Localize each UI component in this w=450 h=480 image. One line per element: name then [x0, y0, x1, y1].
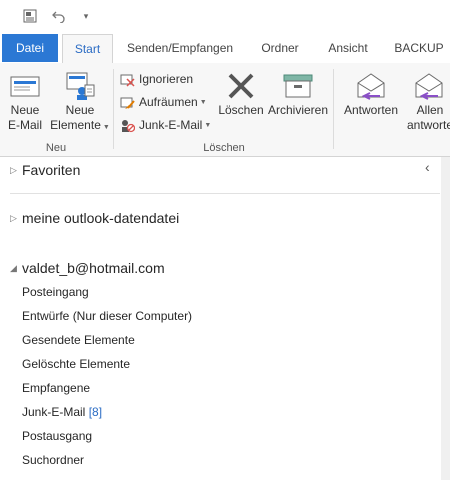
- folder-name: Gelöschte Elemente: [22, 357, 131, 371]
- new-items-label: Neue Elemente ▼: [50, 103, 110, 135]
- ignore-label: Ignorieren: [139, 72, 194, 86]
- group-label-loeschen: Löschen: [203, 142, 245, 154]
- group-separator: [113, 69, 114, 149]
- folder-name: Suchordner: [22, 453, 85, 467]
- folder-item[interactable]: Empfangene: [22, 378, 90, 398]
- delete-icon: [216, 69, 266, 103]
- cleanup-label: Aufräumen: [139, 95, 198, 109]
- archive-label: Archivieren: [267, 103, 329, 117]
- send-receive-all-icon[interactable]: [20, 5, 40, 27]
- reply-button[interactable]: Antworten: [338, 69, 404, 118]
- delete-button[interactable]: Löschen: [216, 69, 266, 118]
- account-label: valdet_b@hotmail.com: [22, 260, 165, 276]
- undo-icon[interactable]: [49, 5, 69, 27]
- folder-item[interactable]: Posteingang: [22, 282, 89, 302]
- new-items-text: Neue Elemente: [50, 103, 101, 132]
- reply-icon: [338, 69, 404, 103]
- folder-item[interactable]: Junk-E-Mail [8]: [22, 402, 102, 422]
- reply-all-button[interactable]: Allen antworte: [404, 69, 450, 133]
- folder-item[interactable]: Gelöschte Elemente: [22, 354, 130, 374]
- reply-all-label: Allen antworte: [406, 103, 450, 132]
- data-file-section[interactable]: ▷ meine outlook-datendatei: [10, 210, 179, 226]
- folder-item[interactable]: Gesendete Elemente: [22, 330, 135, 350]
- tab-senden-empfangen[interactable]: Senden/Empfangen: [116, 34, 244, 62]
- reply-label: Antworten: [343, 103, 399, 117]
- tab-backup[interactable]: BACKUP: [388, 34, 450, 62]
- ignore-button[interactable]: Ignorieren: [120, 69, 193, 89]
- customize-toolbar-icon[interactable]: ▾: [78, 5, 94, 27]
- cleanup-icon: [120, 97, 135, 109]
- junk-button[interactable]: Junk-E-Mail ▼: [120, 115, 211, 135]
- ribbon: Neue E-Mail Neue Elemente ▼ Neu Ignoriere…: [0, 63, 450, 157]
- favorites-label: Favoriten: [22, 162, 81, 178]
- cleanup-button[interactable]: Aufräumen ▼: [120, 92, 207, 112]
- scrollbar[interactable]: [441, 157, 450, 480]
- tab-ordner[interactable]: Ordner: [250, 34, 310, 62]
- ignore-icon: [120, 74, 135, 87]
- new-email-icon: [2, 69, 48, 103]
- tab-ansicht[interactable]: Ansicht: [318, 34, 378, 62]
- new-items-button[interactable]: Neue Elemente ▼: [50, 69, 110, 135]
- unread-count: [8]: [88, 405, 103, 419]
- folder-item[interactable]: Suchordner: [22, 450, 84, 470]
- dropdown-arrow-icon: ▼: [204, 121, 212, 129]
- archive-icon: [266, 69, 330, 103]
- junk-icon: [122, 119, 135, 132]
- junk-label: Junk-E-Mail: [139, 118, 203, 132]
- collapse-arrow-icon[interactable]: ◢: [10, 263, 22, 274]
- archive-button[interactable]: Archivieren: [266, 69, 330, 118]
- expand-arrow-icon[interactable]: ▷: [10, 213, 22, 224]
- folder-item[interactable]: Postausgang: [22, 426, 92, 446]
- divider: [10, 193, 440, 194]
- new-email-label: Neue E-Mail: [7, 103, 42, 132]
- reply-all-icon: [404, 69, 450, 103]
- new-email-button[interactable]: Neue E-Mail: [2, 69, 48, 133]
- collapse-pane-icon[interactable]: ‹: [425, 159, 430, 175]
- delete-label: Löschen: [218, 103, 264, 117]
- tab-datei[interactable]: Datei: [2, 34, 58, 62]
- folder-name: Posteingang: [22, 285, 89, 299]
- folder-name: Postausgang: [22, 429, 93, 443]
- folder-pane: ‹ ▷ Favoriten ▷ meine outlook-datendatei…: [0, 157, 450, 480]
- tab-start[interactable]: Start: [62, 34, 113, 64]
- folder-item[interactable]: Entwürfe (Nur dieser Computer): [22, 306, 192, 326]
- group-label-neu: Neu: [45, 142, 67, 154]
- dropdown-arrow-icon: ▼: [199, 98, 207, 106]
- account-section[interactable]: ◢ valdet_b@hotmail.com: [10, 260, 165, 276]
- expand-arrow-icon[interactable]: ▷: [10, 165, 22, 176]
- folder-name: Empfangene: [22, 381, 91, 395]
- folder-name: Gesendete Elemente: [22, 333, 135, 347]
- dropdown-arrow-icon: ▼: [102, 124, 110, 131]
- folder-name: Entwürfe (Nur dieser Computer): [22, 309, 193, 323]
- favorites-section[interactable]: ▷ Favoriten: [10, 162, 80, 178]
- new-items-icon: [50, 69, 110, 103]
- folder-name: Junk-E-Mail: [22, 405, 86, 419]
- group-separator: [333, 69, 334, 149]
- data-file-label: meine outlook-datendatei: [22, 210, 180, 226]
- ribbon-tabs: Datei Start Senden/Empfangen Ordner Ansi…: [0, 34, 450, 64]
- quick-access-toolbar: ▾: [0, 0, 450, 34]
